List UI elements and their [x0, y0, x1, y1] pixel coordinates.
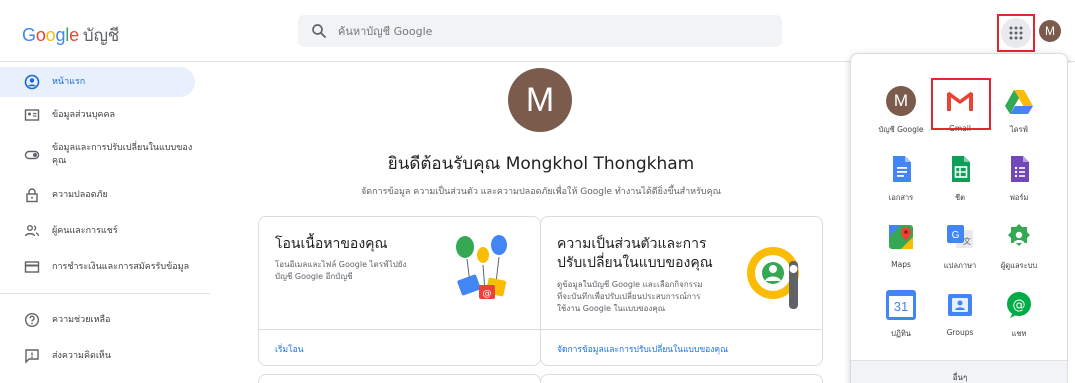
drive-icon	[1005, 90, 1033, 114]
people-icon	[24, 225, 40, 237]
calendar-day: 31	[893, 299, 909, 314]
more-apps-button[interactable]: อื่นๆ	[851, 360, 1067, 383]
next-card-edge	[258, 374, 541, 383]
card-footer: จัดการข้อมูลและการปรับเปลี่ยนในแบบของคุณ	[541, 329, 822, 365]
app-label: ไดรฟ์	[1010, 125, 1028, 134]
sidebar-item-label: ความปลอดภัย	[52, 189, 108, 200]
account-avatar-icon: M	[886, 86, 916, 116]
sidebar-item-label: ผู้คนและการแชร์	[52, 225, 118, 236]
card-title-line: ปรับเปลี่ยนในแบบของคุณ	[557, 255, 713, 271]
calendar-icon: 31	[886, 290, 916, 320]
transfer-content-card[interactable]: โอนเนื้อหาของคุณ โอนอีเมลและไฟล์ Google …	[258, 216, 541, 366]
chat-icon: @	[1007, 292, 1031, 318]
app-drive[interactable]: ไดรฟ์	[983, 82, 1055, 146]
apps-launcher-highlight	[997, 14, 1035, 52]
card-description-line: บัญชี Google อีกบัญชี	[275, 272, 353, 281]
privacy-personalization-card[interactable]: ความเป็นส่วนตัวและการ ปรับเปลี่ยนในแบบขอ…	[540, 216, 823, 366]
account-avatar-button[interactable]: M	[1039, 20, 1061, 42]
app-forms[interactable]: ฟอร์ม	[983, 150, 1055, 214]
svg-text:@: @	[483, 289, 492, 299]
sidebar-item-label: ส่งความคิดเห็น	[52, 350, 111, 361]
sidebar-item-home[interactable]: หน้าแรก	[0, 67, 195, 97]
svg-text:文: 文	[963, 236, 971, 246]
card-title-line: ความเป็นส่วนตัวและการ	[557, 236, 707, 252]
svg-text:G: G	[952, 230, 960, 241]
sidebar-divider	[0, 293, 210, 294]
search-input[interactable]	[338, 21, 758, 41]
sheets-icon	[952, 156, 970, 182]
search-icon	[312, 24, 326, 38]
feedback-icon	[25, 349, 39, 364]
sidebar-item-label: ข้อมูลส่วนบุคคล	[52, 109, 115, 120]
start-transfer-link[interactable]: เริ่มโอน	[275, 342, 304, 356]
gmail-highlight	[931, 78, 991, 130]
credit-card-icon	[24, 261, 40, 273]
card-footer: เริ่มโอน	[259, 329, 540, 365]
sidebar-item-security[interactable]: ความปลอดภัย	[0, 177, 210, 213]
sidebar-nav: หน้าแรก ข้อมูลส่วนบุคคล ข้อมูลและการปรับ…	[0, 63, 210, 374]
card-title: ความเป็นส่วนตัวและการ ปรับเปลี่ยนในแบบขอ…	[557, 235, 713, 273]
app-admin[interactable]: ผู้ดูแลระบบ	[983, 218, 1055, 282]
welcome-heading: ยินดีต้อนรับคุณ Mongkhol Thongkham	[387, 154, 695, 174]
maps-icon	[889, 225, 913, 249]
logo-letter: g	[55, 25, 66, 45]
app-label: ฟอร์ม	[1009, 193, 1029, 202]
sidebar-item-people-sharing[interactable]: ผู้คนและการแชร์	[0, 213, 210, 249]
logo-letter: o	[35, 25, 46, 45]
sidebar-item-label: ข้อมูลและการปรับเปลี่ยนในแบบของคุณ	[52, 143, 193, 166]
card-description-line: ที่จะบันทึกเพื่อปรับเปลี่ยนประสบการณ์การ	[557, 292, 701, 301]
svg-text:@: @	[1013, 298, 1026, 313]
card-description: ดูข้อมูลในบัญชี Google และเลือกกิจกรรม ท…	[557, 279, 703, 315]
more-apps-label: อื่นๆ	[952, 373, 968, 382]
card-description-line: ใช้งาน Google ในแบบของคุณ	[557, 304, 666, 313]
sidebar-item-help[interactable]: ความช่วยเหลือ	[0, 302, 210, 338]
google-account-logo[interactable]: Google บัญชี	[22, 22, 119, 49]
lock-icon	[26, 188, 38, 203]
next-card-edge	[540, 374, 823, 383]
logo-letter: o	[45, 25, 56, 45]
sidebar-item-payments[interactable]: การชำระเงินและการสมัครรับข้อมูล	[0, 249, 210, 285]
help-icon	[24, 312, 40, 328]
logo-letter: e	[69, 25, 79, 45]
forms-icon	[1011, 156, 1029, 182]
app-label: ผู้ดูแลระบบ	[1000, 261, 1038, 270]
manage-data-link[interactable]: จัดการข้อมูลและการปรับเปลี่ยนในแบบของคุณ	[557, 342, 728, 356]
account-circle-icon	[24, 74, 40, 90]
card-description-line: ดูข้อมูลในบัญชี Google และเลือกกิจกรรม	[557, 280, 703, 289]
card-description: โอนอีเมลและไฟล์ Google ไดรฟ์ไปยัง บัญชี …	[275, 259, 406, 283]
card-title: โอนเนื้อหาของคุณ	[275, 236, 388, 252]
id-card-icon	[24, 109, 40, 121]
card-description-line: โอนอีเมลและไฟล์ Google ไดรฟ์ไปยัง	[275, 260, 407, 269]
sidebar-item-personal-info[interactable]: ข้อมูลส่วนบุคคล	[0, 97, 210, 133]
groups-icon	[948, 294, 972, 316]
google-apps-panel: M บัญชี Google Gmail ไดรฟ์ เอกสาร ชีต ฟอ…	[850, 53, 1068, 383]
toggle-icon	[24, 150, 40, 160]
sidebar-item-label: ความช่วยเหลือ	[52, 314, 111, 325]
logo-letter: G	[22, 25, 36, 45]
transfer-illustration-icon: @	[456, 235, 507, 299]
search-box[interactable]	[298, 15, 782, 47]
translate-icon: G文	[947, 225, 973, 248]
admin-icon	[1008, 224, 1030, 246]
page-scrollbar[interactable]	[1068, 63, 1075, 383]
sidebar-item-feedback[interactable]: ส่งความคิดเห็น	[0, 338, 210, 374]
app-chat[interactable]: @ แชท	[983, 286, 1055, 350]
privacy-illustration-icon	[747, 247, 799, 309]
profile-avatar[interactable]: M	[508, 68, 572, 132]
welcome-subtext: จัดการข้อมูล ความเป็นส่วนตัว และความปลอด…	[360, 187, 722, 197]
app-label: แชท	[1011, 329, 1027, 338]
sidebar-item-label: การชำระเงินและการสมัครรับข้อมูล	[52, 261, 190, 272]
google-account-page: Googleบัญชี M หน้าแรก ข้อมูลส่วนบุคคล ข้…	[0, 0, 1075, 383]
product-name: บัญชี	[82, 26, 120, 45]
sidebar-item-label: หน้าแรก	[52, 76, 86, 87]
sidebar-item-data-personalization[interactable]: ข้อมูลและการปรับเปลี่ยนในแบบของคุณ	[0, 133, 210, 177]
docs-icon	[893, 156, 911, 182]
